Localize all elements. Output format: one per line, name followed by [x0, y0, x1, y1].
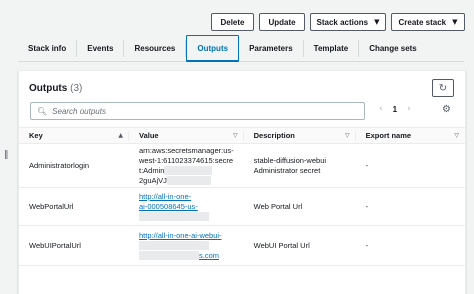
- stack-tabs: Stack info Events Resources Outputs Para…: [18, 35, 464, 62]
- outputs-title: Outputs: [29, 83, 68, 94]
- value-line: s.com: [139, 251, 234, 261]
- row-key: Administratorlogin: [19, 143, 129, 188]
- panel-title: Outputs (3): [29, 83, 82, 94]
- stack-actions-button[interactable]: Stack actions ▼: [310, 13, 386, 31]
- value-text: 2guAjVJ: [139, 175, 167, 185]
- gear-icon[interactable]: ⚙: [442, 104, 451, 115]
- create-stack-label: Create stack: [398, 17, 447, 27]
- row-value: http://all-in-one-ai-webui- s.com: [129, 225, 244, 266]
- row-description: stable-diffusion-webui Administrator sec…: [243, 143, 356, 188]
- tab-change-sets[interactable]: Change sets: [359, 40, 427, 57]
- tab-template[interactable]: Template: [304, 40, 360, 57]
- redacted-block: [164, 166, 213, 176]
- tab-stack-info[interactable]: Stack info: [18, 40, 78, 57]
- tab-resources[interactable]: Resources: [124, 40, 187, 57]
- column-header-value[interactable]: Value ▽: [129, 127, 244, 144]
- stack-actions-label: Stack actions: [316, 17, 369, 27]
- value-line: arn:aws:secretsmanager:us-: [139, 145, 234, 155]
- value-line: ai-000508645-us-: [139, 202, 234, 212]
- value-line: [139, 212, 234, 222]
- tab-outputs[interactable]: Outputs: [186, 35, 240, 62]
- row-description: WebUI Portal Url: [243, 225, 356, 266]
- sort-icon: ▽: [233, 132, 238, 139]
- row-export: -: [355, 187, 465, 226]
- drag-handle-icon[interactable]: ‖: [4, 150, 9, 160]
- value-line: west-1:611023374615:secre: [139, 155, 234, 165]
- row-key: WebUIPortalUrl: [19, 225, 129, 266]
- web-portal-link[interactable]: ai-000508645-us-: [139, 202, 198, 211]
- update-label: Update: [268, 17, 296, 27]
- column-header-description[interactable]: Description ▽: [243, 127, 356, 144]
- page: ‖ Delete Update Stack actions ▼ Create st…: [0, 0, 474, 294]
- caret-down-icon: ▼: [374, 18, 380, 26]
- sort-icon: ▽: [345, 132, 350, 139]
- header-label: Key: [29, 131, 43, 140]
- outputs-table: Key ▲ Value ▽ Description ▽ Export name ▽ Ad…: [19, 127, 465, 266]
- row-export: -: [355, 225, 465, 266]
- table-row: WebPortalUrl http://all-in-one- ai-00050…: [19, 187, 465, 226]
- side-rail: ‖: [0, 0, 16, 294]
- page-number[interactable]: 1: [393, 105, 397, 114]
- table-row: Administratorlogin arn:aws:secretsmanage…: [19, 143, 465, 188]
- outputs-count: (3): [70, 83, 83, 94]
- refresh-icon: ↻: [438, 82, 448, 94]
- description-line: stable-diffusion-webui: [253, 155, 327, 165]
- header-label: Description: [253, 131, 295, 140]
- webui-portal-link[interactable]: s.com: [199, 251, 219, 260]
- redacted-block: [166, 176, 211, 186]
- description-line: Administrator secret: [253, 165, 321, 175]
- value-line: [139, 241, 234, 251]
- chevron-right-icon[interactable]: ›: [407, 104, 411, 114]
- search-box[interactable]: 🔍︎: [30, 102, 365, 120]
- value-text: t:Admin: [139, 165, 165, 175]
- row-description: Web Portal Url: [243, 187, 356, 226]
- header-label: Value: [139, 131, 159, 140]
- tab-parameters[interactable]: Parameters: [239, 40, 304, 57]
- update-button[interactable]: Update: [259, 13, 305, 31]
- tab-events[interactable]: Events: [77, 40, 125, 57]
- table-row: WebUIPortalUrl http://all-in-one-ai-webu…: [19, 225, 465, 266]
- sort-ascending-icon: ▲: [118, 132, 123, 139]
- value-line: 2guAjVJ: [139, 176, 234, 186]
- chevron-left-icon[interactable]: ‹: [379, 104, 383, 114]
- stack-toolbar: Delete Update Stack actions ▼ Create stac…: [211, 13, 465, 31]
- create-stack-button[interactable]: Create stack ▼: [391, 13, 465, 31]
- caret-down-icon: ▼: [452, 18, 458, 26]
- row-value: arn:aws:secretsmanager:us- west-1:611023…: [129, 143, 244, 188]
- value-line: http://all-in-one-: [139, 192, 234, 202]
- description-line: WebUI Portal Url: [253, 240, 310, 250]
- delete-label: Delete: [220, 17, 245, 27]
- redacted-block: [139, 241, 209, 251]
- row-export: -: [355, 143, 465, 188]
- search-input[interactable]: [52, 106, 353, 116]
- refresh-button[interactable]: ↻: [432, 79, 454, 97]
- redacted-block: [139, 251, 199, 261]
- delete-button[interactable]: Delete: [211, 13, 254, 31]
- value-line: http://all-in-one-ai-webui-: [139, 231, 234, 241]
- redacted-block: [139, 212, 209, 222]
- webui-portal-link[interactable]: http://all-in-one-ai-webui-: [139, 231, 222, 240]
- column-header-key[interactable]: Key ▲: [19, 127, 129, 144]
- description-line: Web Portal Url: [253, 201, 303, 211]
- header-label: Export name: [365, 131, 412, 140]
- outputs-panel: Outputs (3) ↻ 🔍︎ ‹ 1 › ⚙ Key ▲ Value ▽ Des…: [18, 70, 466, 294]
- search-icon: 🔍︎: [37, 106, 48, 116]
- sort-icon: ▽: [454, 132, 459, 139]
- web-portal-link[interactable]: http://all-in-one-: [139, 192, 191, 201]
- row-value: http://all-in-one- ai-000508645-us-: [129, 187, 244, 226]
- value-line: t:Admin: [139, 166, 234, 176]
- column-header-export-name[interactable]: Export name ▽: [355, 127, 465, 144]
- row-key: WebPortalUrl: [19, 187, 129, 226]
- pagination: ‹ 1 ›: [379, 104, 411, 114]
